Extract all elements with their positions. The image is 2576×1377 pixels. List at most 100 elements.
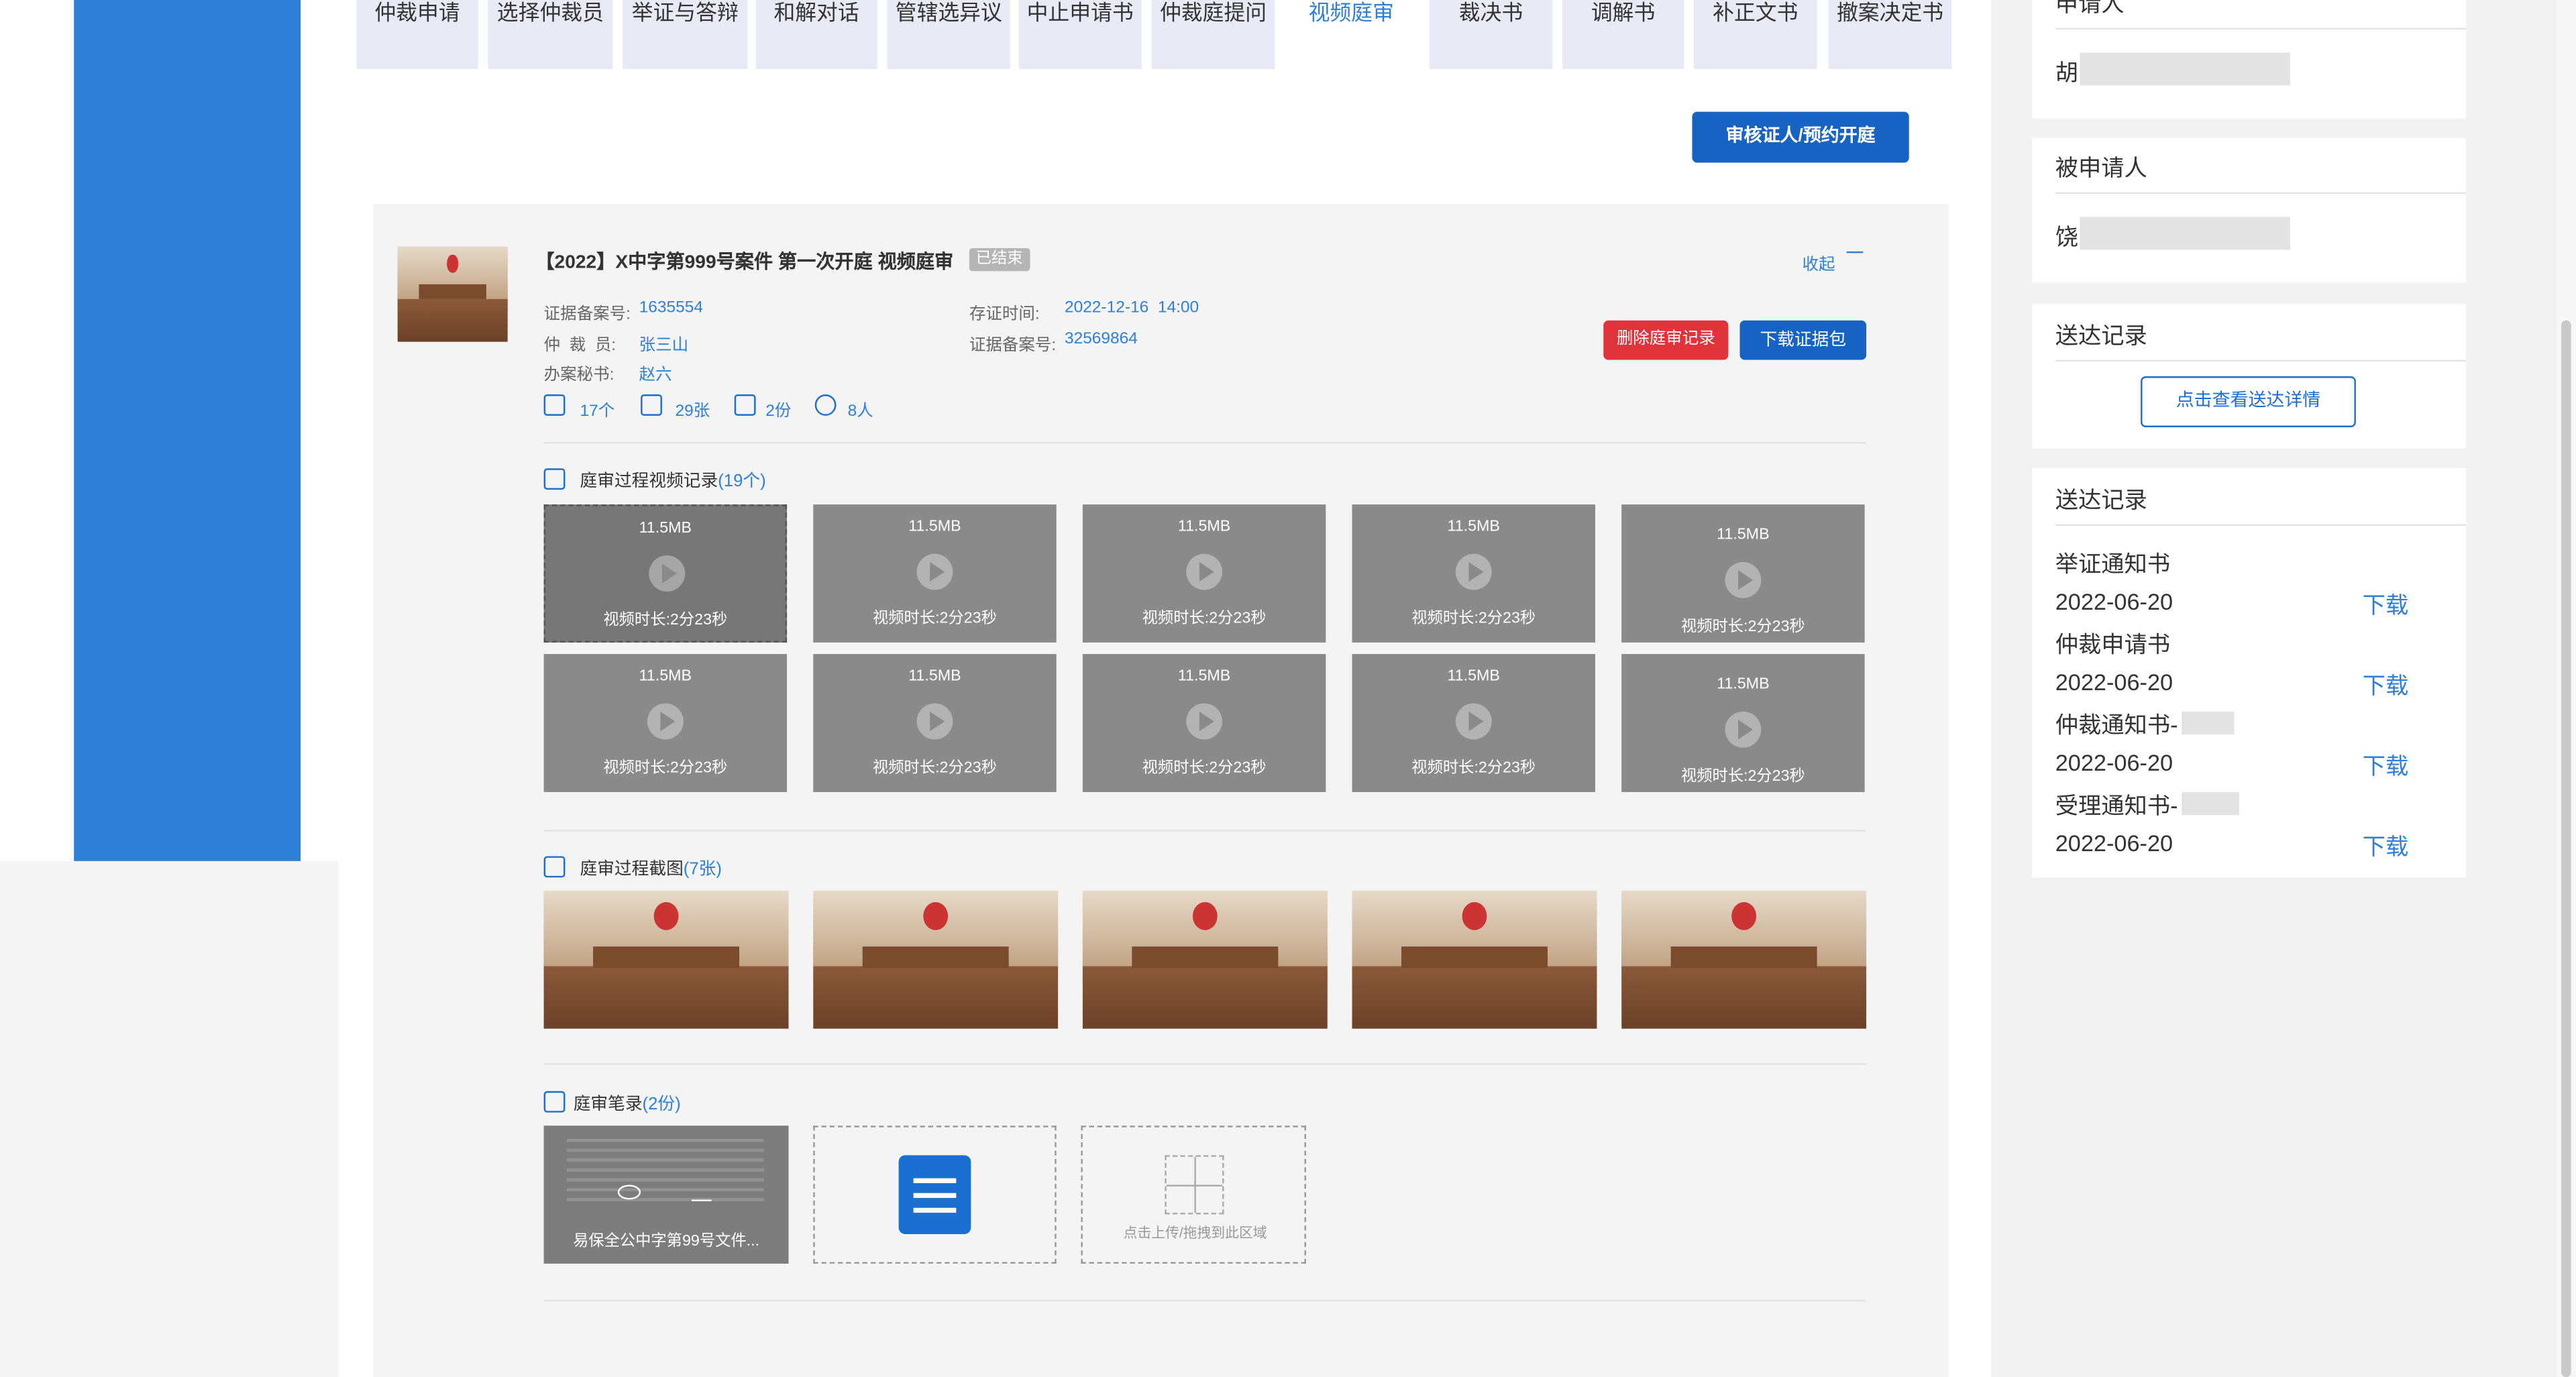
tab-jurisdiction-objection[interactable]: 管辖选异议 (887, 0, 1011, 69)
download-icon[interactable] (692, 1182, 712, 1201)
play-icon[interactable] (647, 703, 684, 740)
hearing-title: 【2022】X中字第999号案件 第一次开庭 视频庭审 (535, 253, 954, 273)
video-duration: 视频时长:2分23秒 (1142, 759, 1267, 777)
play-icon[interactable] (1725, 561, 1762, 598)
tab-label: 裁决书 (1458, 0, 1523, 25)
people-count: 8人 (847, 402, 873, 421)
applicant-panel: 申请人 胡 (2032, 0, 2466, 119)
play-icon[interactable] (1455, 703, 1492, 740)
plus-icon (1165, 1155, 1224, 1215)
doc-download-link[interactable]: 下载 (2363, 830, 2409, 863)
play-icon[interactable] (916, 553, 953, 590)
doc-name: 举证通知书 (2055, 550, 2171, 577)
arbitrator-value: 张三山 (639, 337, 689, 355)
view-delivery-button[interactable]: 点击查看送达详情 (2141, 376, 2356, 427)
screenshot-thumbnail[interactable] (1352, 890, 1597, 1029)
doc-date: 2022-06-20 (2055, 830, 2174, 857)
image-icon (543, 856, 566, 878)
divider (2055, 192, 2466, 195)
note-icon (734, 394, 756, 416)
evidence-no-label: 证据备案号: (543, 305, 631, 324)
divider (543, 830, 1867, 832)
redacted-block (2080, 217, 2290, 250)
tab-correction-document[interactable]: 补正文书 (1693, 0, 1817, 69)
video-thumbnail[interactable]: 11.5MB 视频时长:2分23秒 (1621, 654, 1865, 792)
collapse-link[interactable]: 收起 (1803, 250, 1835, 274)
tab-label: 仲裁庭提问 (1159, 0, 1267, 25)
tab-suspension-application[interactable]: 中止申请书 (1018, 0, 1142, 69)
tab-label: 选择仲裁员 (496, 0, 604, 25)
screenshot-thumbnail[interactable] (1082, 890, 1328, 1029)
video-thumbnail[interactable]: 11.5MB 视频时长:2分23秒 (1352, 654, 1595, 792)
delete-record-button[interactable]: 删除庭审记录 (1603, 320, 1729, 360)
notes-section-count: (2份) (642, 1094, 681, 1115)
doc-download-link[interactable]: 下载 (2363, 588, 2409, 621)
doc-date: 2022-06-20 (2055, 749, 2174, 776)
hearing-thumbnail (397, 246, 508, 342)
video-size: 11.5MB (1447, 517, 1500, 536)
video-size: 11.5MB (1177, 667, 1231, 685)
scrollbar-thumb[interactable] (2561, 320, 2571, 1377)
evidence-no2-label: 证据备案号: (969, 337, 1057, 355)
video-size: 11.5MB (1447, 667, 1500, 685)
document-icon (898, 1155, 971, 1234)
secretary-label: 办案秘书: (543, 366, 614, 385)
video-thumbnail[interactable]: 11.5MB 视频时长:2分23秒 (1082, 654, 1326, 792)
video-thumbnail[interactable]: 11.5MB 视频时长:2分23秒 (543, 504, 788, 643)
video-thumbnail[interactable]: 11.5MB 视频时长:2分23秒 (813, 654, 1057, 792)
divider (543, 442, 1867, 444)
play-icon[interactable] (1186, 703, 1223, 740)
play-icon[interactable] (916, 703, 953, 740)
video-size: 11.5MB (1717, 526, 1770, 544)
play-icon[interactable] (1725, 711, 1762, 748)
tab-label: 管辖选异议 (895, 0, 1002, 25)
video-section-count: (19个) (718, 472, 766, 492)
note-doc-card[interactable] (813, 1125, 1057, 1264)
redacted-block (2182, 791, 2239, 816)
tab-arbitration-application[interactable]: 仲裁申请 (356, 0, 478, 69)
screenshot-thumbnail[interactable] (1621, 890, 1867, 1029)
play-icon[interactable] (649, 555, 686, 592)
video-duration: 视频时长:2分23秒 (873, 609, 997, 628)
note-count: 2份 (765, 402, 792, 421)
upload-area[interactable]: 点击上传/拖拽到此区域 (1081, 1125, 1306, 1264)
video-size: 11.5MB (639, 667, 692, 685)
play-icon[interactable] (1186, 553, 1223, 590)
video-thumbnail[interactable]: 11.5MB 视频时长:2分23秒 (1621, 504, 1865, 643)
note-file-card[interactable]: 易保全公中字第99号文件... (543, 1125, 789, 1264)
applicant-title: 申请人 (2055, 0, 2125, 17)
upload-hint: 点击上传/拖拽到此区域 (1123, 1224, 1267, 1241)
image-icon (641, 394, 662, 416)
video-thumbnail[interactable]: 11.5MB 视频时长:2分23秒 (813, 504, 1057, 643)
tab-select-arbitrator[interactable]: 选择仲裁员 (488, 0, 613, 69)
chevron-up-icon[interactable] (1846, 251, 1864, 265)
video-duration: 视频时长:2分23秒 (1680, 767, 1805, 786)
play-icon[interactable] (1455, 553, 1492, 590)
video-duration: 视频时长:2分23秒 (603, 611, 728, 630)
delivery-title: 送达记录 (2055, 322, 2147, 349)
tab-label: 调解书 (1591, 0, 1656, 25)
tab-withdrawal-decision[interactable]: 撤案决定书 (1828, 0, 1952, 69)
tab-award[interactable]: 裁决书 (1429, 0, 1553, 69)
video-thumbnail[interactable]: 11.5MB 视频时长:2分23秒 (543, 654, 788, 792)
document-preview (566, 1138, 764, 1205)
tab-video-hearing[interactable]: 视频庭审 (1283, 0, 1419, 69)
doc-download-link[interactable]: 下载 (2363, 669, 2409, 702)
eye-icon[interactable] (617, 1185, 641, 1200)
screenshot-section-label: 庭审过程截图 (580, 859, 684, 879)
arbitrator-label: 仲 裁 员: (543, 337, 616, 355)
video-thumbnail[interactable]: 11.5MB 视频时长:2分23秒 (1352, 504, 1595, 643)
tab-settlement-dialog[interactable]: 和解对话 (755, 0, 877, 69)
screenshot-thumbnail[interactable] (543, 890, 789, 1029)
doc-download-link[interactable]: 下载 (2363, 749, 2409, 782)
tab-evidence-defense[interactable]: 举证与答辩 (623, 0, 748, 69)
review-witness-button[interactable]: 审核证人/预约开庭 (1692, 111, 1909, 163)
store-time-value: 2022-12-16 14:00 (1064, 298, 1199, 317)
screenshot-thumbnail[interactable] (813, 890, 1059, 1029)
download-evidence-button[interactable]: 下载证据包 (1739, 320, 1867, 360)
applicant-name: 胡 (2055, 59, 2078, 86)
video-size: 11.5MB (1717, 675, 1770, 694)
video-thumbnail[interactable]: 11.5MB 视频时长:2分23秒 (1082, 504, 1326, 643)
tab-mediation[interactable]: 调解书 (1562, 0, 1684, 69)
tab-tribunal-questions[interactable]: 仲裁庭提问 (1151, 0, 1275, 69)
